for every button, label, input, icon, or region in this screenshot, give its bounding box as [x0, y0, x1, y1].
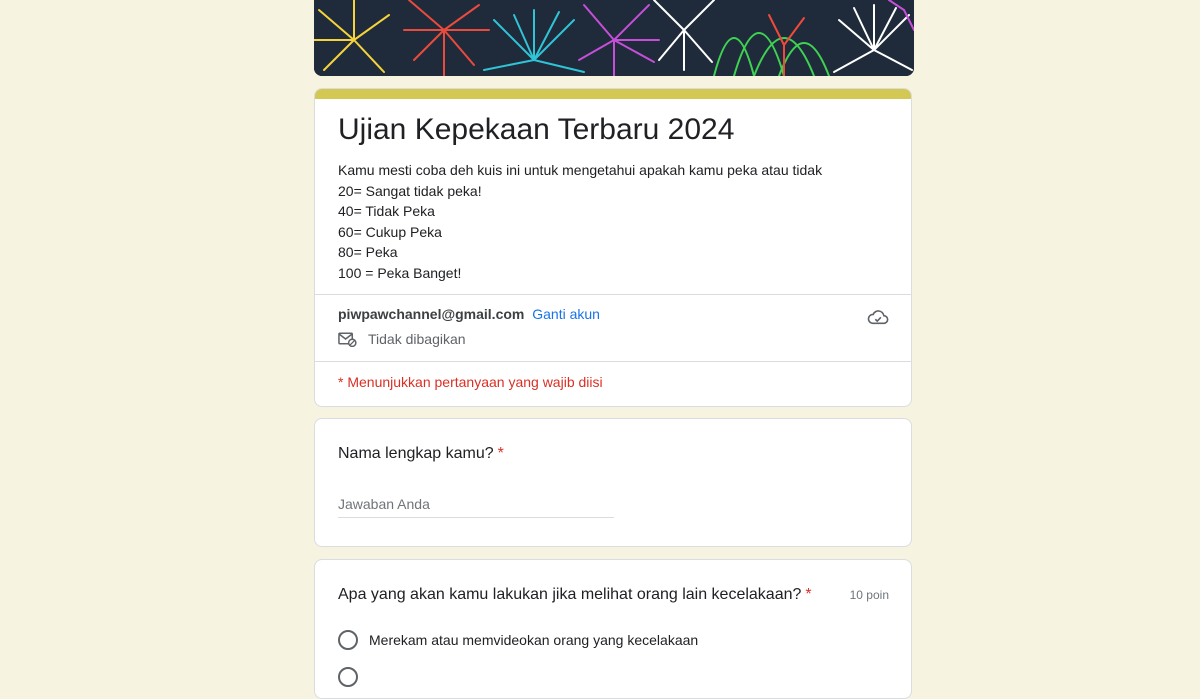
required-asterisk: *: [805, 586, 812, 603]
description-line: 60= Cukup Peka: [338, 223, 442, 240]
description-line: 80= Peka: [338, 244, 398, 261]
option-label: Merekam atau memvideokan orang yang kece…: [369, 632, 699, 648]
question-text: Nama lengkap kamu?: [338, 445, 494, 462]
question-title: Nama lengkap kamu? *: [338, 445, 504, 463]
description-line: 20= Sangat tidak peka!: [338, 182, 482, 199]
description-line: Kamu mesti coba deh kuis ini untuk menge…: [338, 162, 823, 178]
radio-icon[interactable]: [338, 667, 358, 687]
required-asterisk: *: [497, 445, 504, 462]
radio-option[interactable]: [338, 667, 369, 687]
mail-off-icon: [338, 332, 357, 347]
question-title: Apa yang akan kamu lakukan jika melihat …: [338, 586, 812, 604]
not-shared-status: Tidak dibagikan: [338, 331, 466, 347]
description-line: 100 = Peka Banget!: [338, 264, 462, 281]
question-card-accident: Apa yang akan kamu lakukan jika melihat …: [314, 559, 912, 699]
not-shared-label: Tidak dibagikan: [368, 331, 466, 347]
account-info: piwpawchannel@gmail.com Ganti akun: [338, 306, 600, 322]
radio-icon[interactable]: [338, 630, 358, 650]
header-banner-image: [314, 0, 914, 76]
theme-accent-bar: [315, 89, 911, 99]
cloud-icon: [867, 310, 889, 325]
form-header-card: Ujian Kepekaan Terbaru 2024 Kamu mesti c…: [314, 88, 912, 407]
divider: [315, 294, 911, 295]
required-note: * Menunjukkan pertanyaan yang wajib diis…: [338, 374, 603, 390]
switch-account-link[interactable]: Ganti akun: [532, 306, 600, 322]
description-line: 40= Tidak Peka: [338, 203, 435, 220]
question-card-name: Nama lengkap kamu? *: [314, 418, 912, 547]
question-text: Apa yang akan kamu lakukan jika melihat …: [338, 586, 802, 603]
form-description: Kamu mesti coba deh kuis ini untuk menge…: [338, 160, 822, 284]
radio-option[interactable]: Merekam atau memvideokan orang yang kece…: [338, 630, 698, 650]
points-label: 10 poin: [849, 588, 889, 602]
answer-input[interactable]: [338, 491, 614, 518]
account-email: piwpawchannel@gmail.com: [338, 306, 525, 322]
divider: [315, 361, 911, 362]
form-title: Ujian Kepekaan Terbaru 2024: [338, 113, 735, 146]
